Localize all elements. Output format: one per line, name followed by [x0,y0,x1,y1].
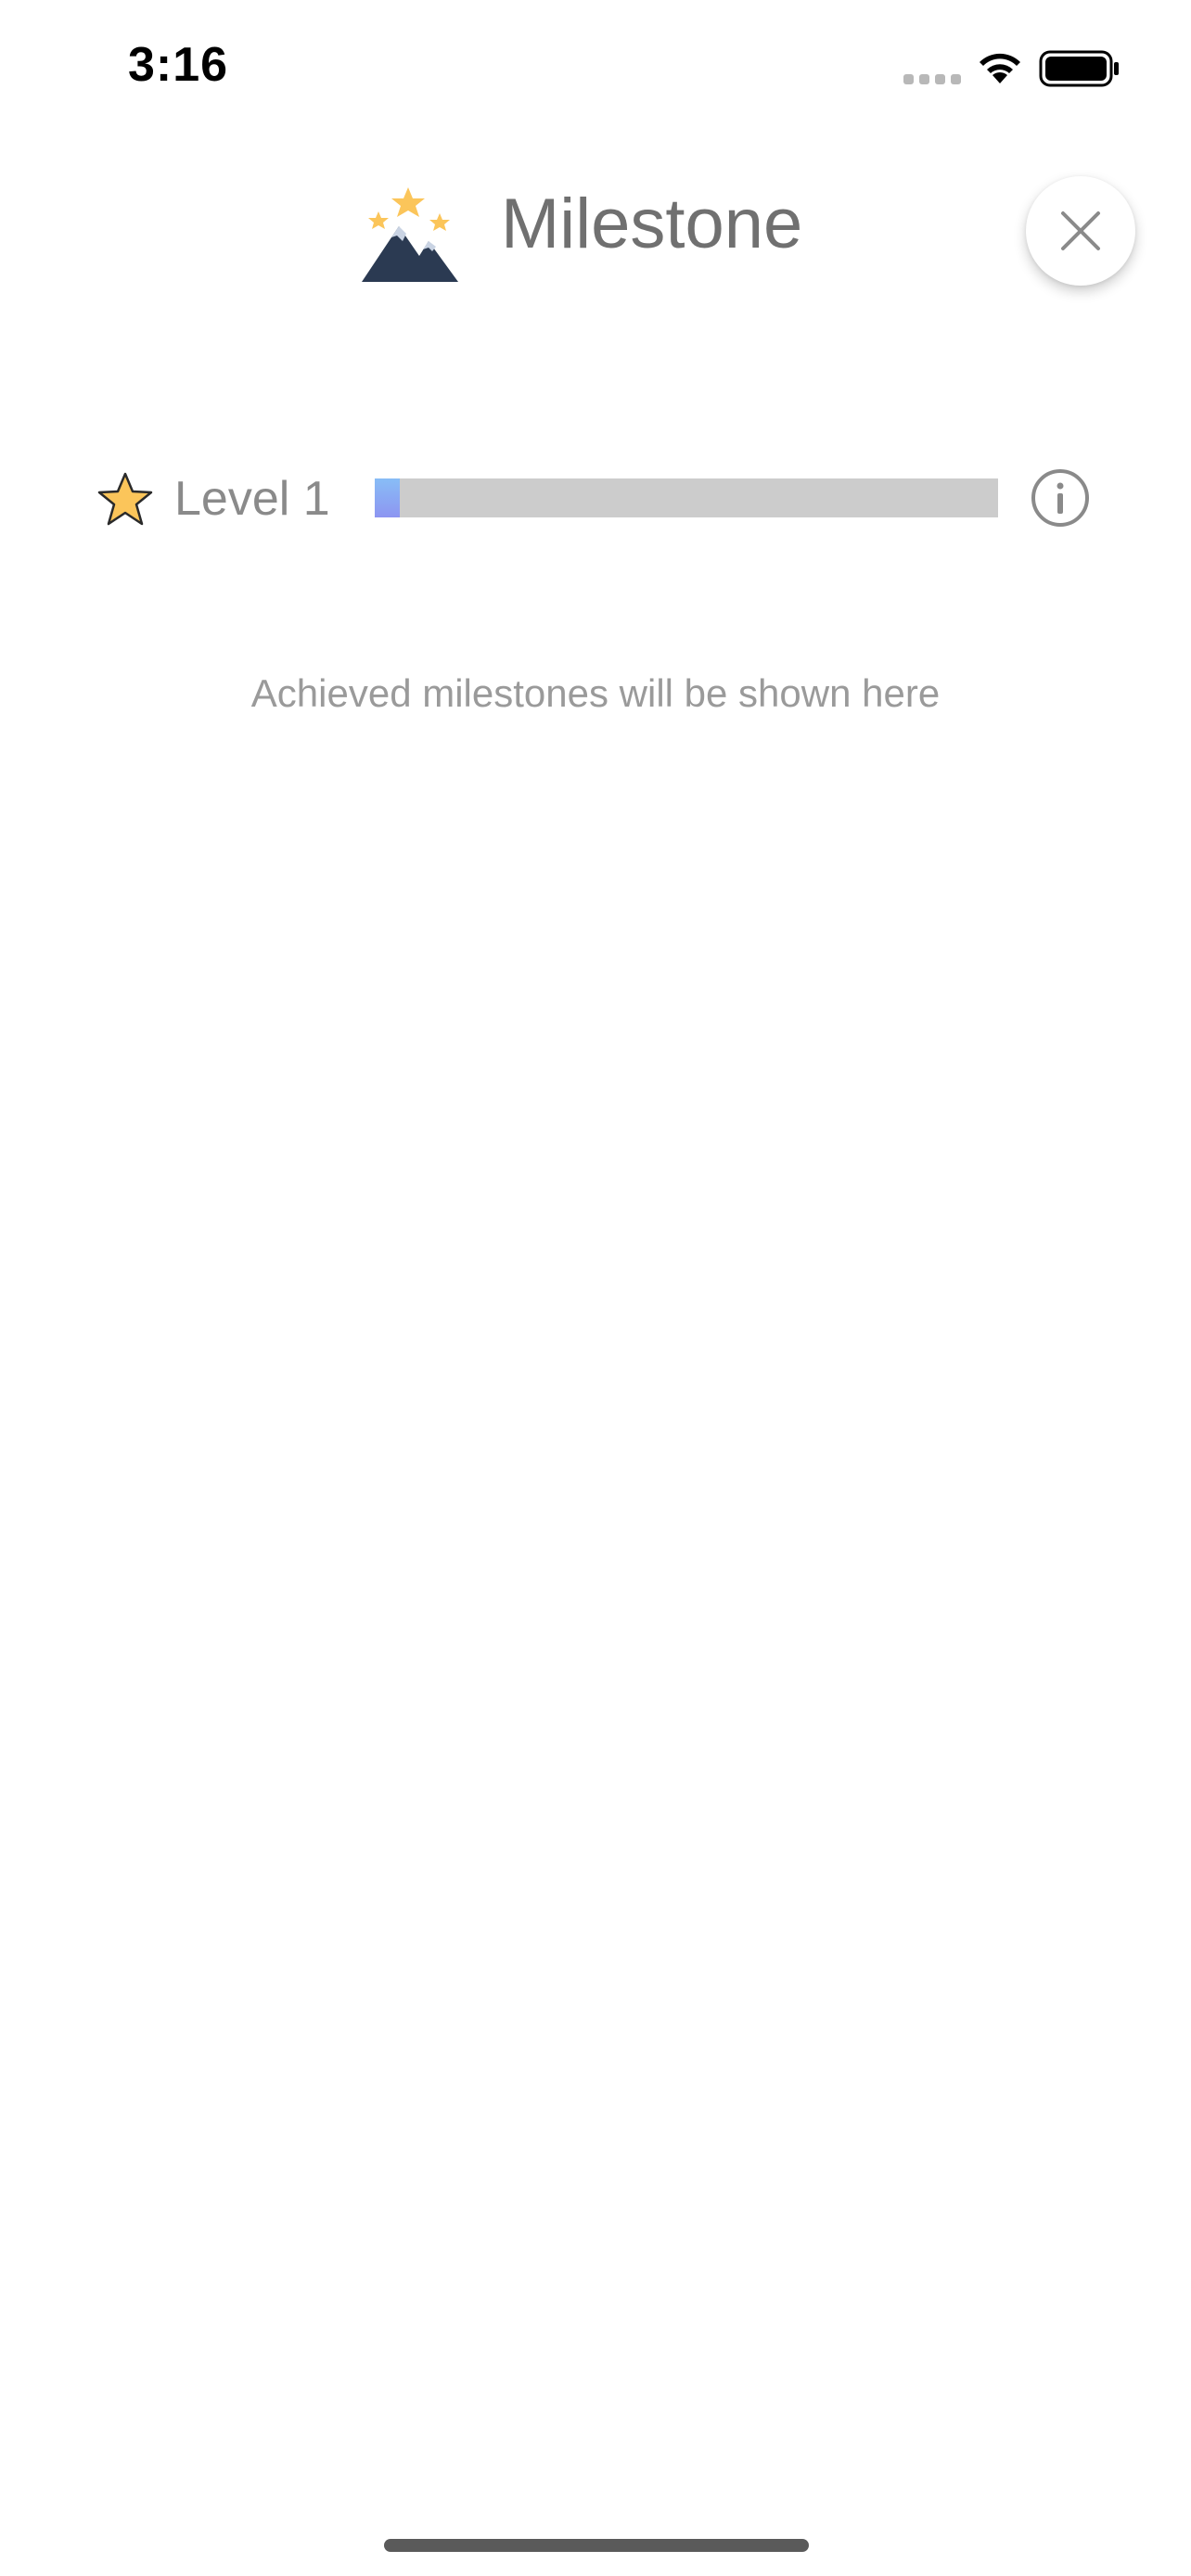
star-icon [96,471,154,533]
level-progress-bar [375,478,998,517]
empty-milestones-message: Achieved milestones will be shown here [250,671,941,715]
close-icon [1061,211,1100,250]
mountain-stars-icon [358,182,462,290]
level-label: Level 1 [174,472,330,526]
wifi-icon [974,46,1026,90]
info-icon [1031,469,1089,527]
battery-icon [1039,50,1122,92]
signal-dots-icon [903,74,961,84]
status-time: 3:16 [128,38,229,92]
close-button[interactable] [1026,176,1135,286]
level-progress-fill [375,478,400,517]
page-title: Milestone [501,185,803,263]
home-indicator [384,2539,809,2552]
info-button[interactable] [1030,467,1091,533]
